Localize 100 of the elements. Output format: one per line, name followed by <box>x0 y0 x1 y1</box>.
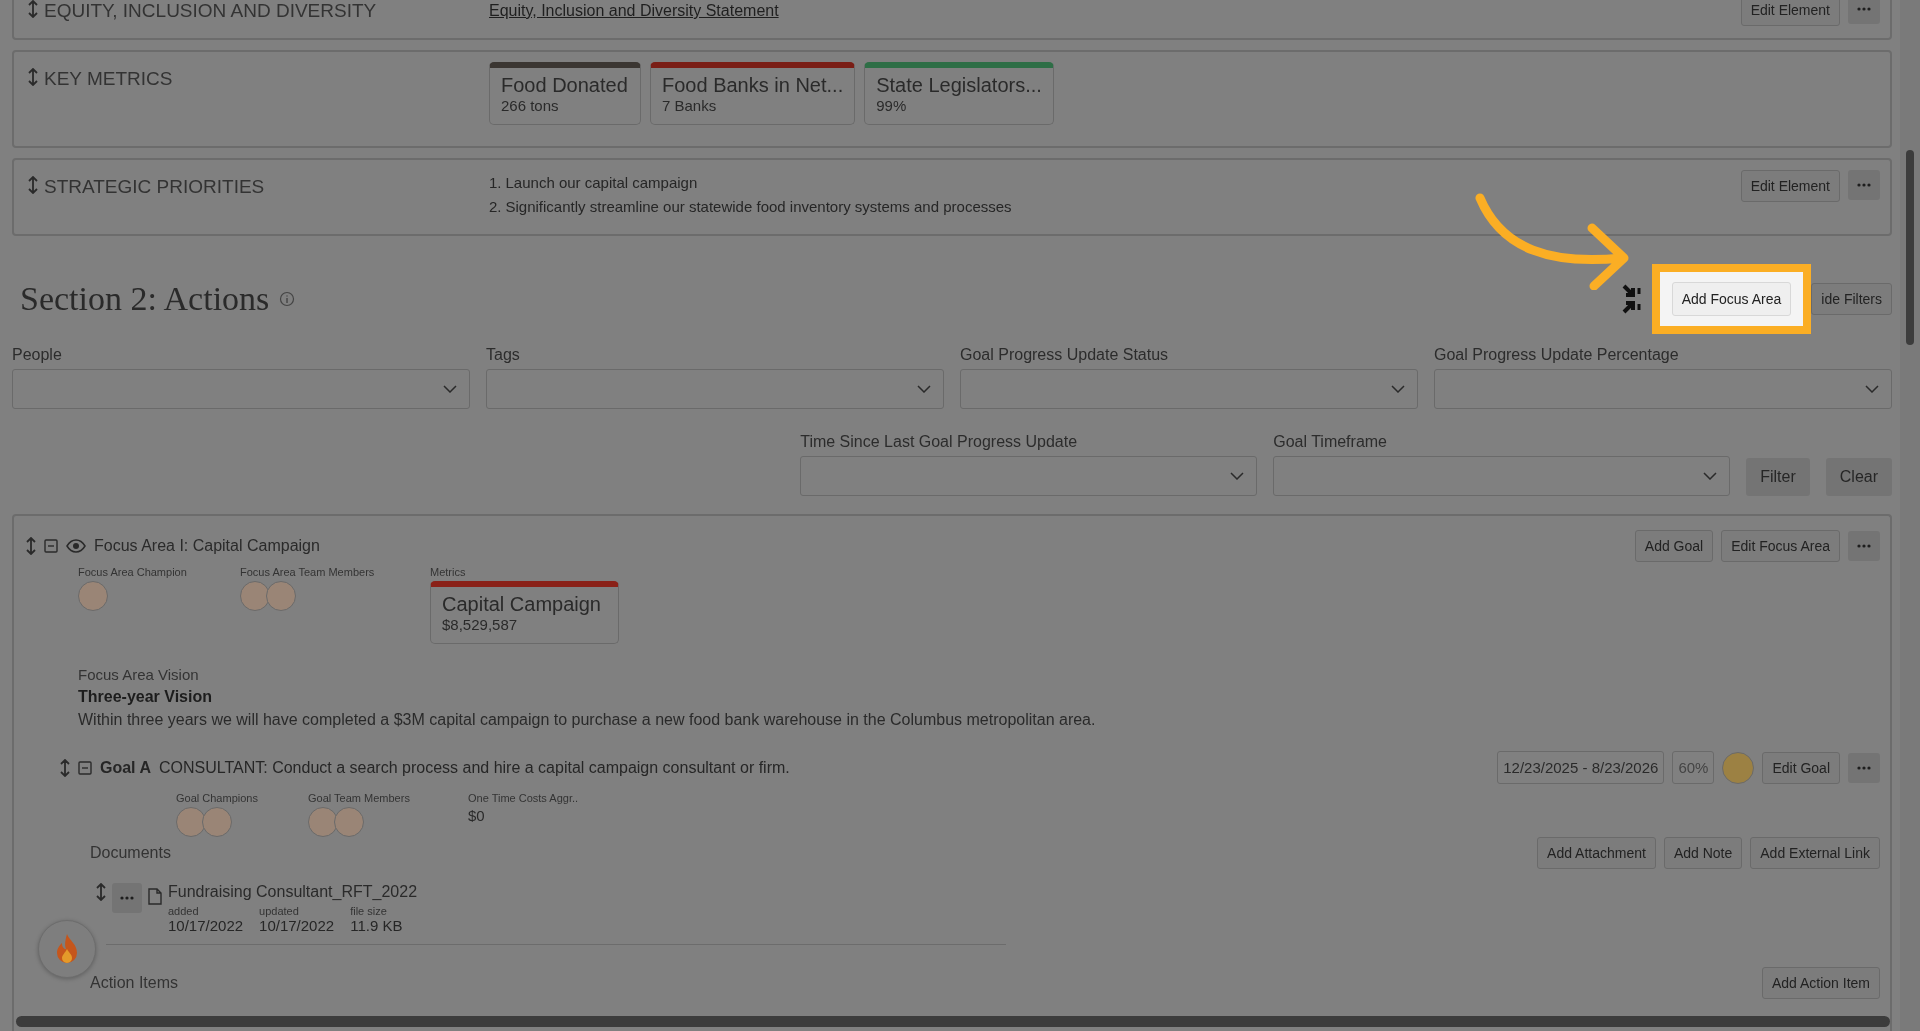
chevron-down-icon <box>1703 472 1718 480</box>
goal-team-label: Goal Team Members <box>308 792 411 804</box>
file-size: 11.9 KB <box>350 917 403 934</box>
filter-label: Time Since Last Goal Progress Update <box>800 433 1079 451</box>
vision-text: Within three years we will have completed a $3M capital campaign to purchase a new food bank warehouse in the Columbus metropolitan area. <box>78 711 1097 729</box>
added-date: 10/17/2022 <box>168 917 244 934</box>
metric-value: 99% <box>876 97 908 114</box>
metric-card[interactable]: State Legislators... 99% <box>864 62 1054 125</box>
added-label: added <box>168 905 200 917</box>
documents-label: Documents <box>90 844 171 862</box>
avatar[interactable] <box>202 807 232 837</box>
hide-filters-button[interactable]: ide Filters <box>1811 283 1892 315</box>
filter-label: Goal Progress Update Status <box>960 346 1170 364</box>
drag-handle-icon[interactable] <box>28 0 38 18</box>
drag-handle-icon[interactable] <box>26 537 36 555</box>
filter-select[interactable] <box>12 369 470 409</box>
add-action-item-button[interactable]: Add Action Item <box>1761 967 1880 999</box>
filter-select[interactable] <box>486 369 944 409</box>
list-number: 2. <box>489 198 502 216</box>
edit-element-button[interactable]: Edit Element <box>1740 170 1840 202</box>
avatar[interactable] <box>308 807 338 837</box>
timeframe-field[interactable]: 12/23/2025 - 8/23/2026 <box>1497 751 1665 784</box>
ellipsis-icon <box>1857 765 1871 770</box>
more-button[interactable] <box>1848 170 1880 200</box>
edit-focus-area-button[interactable]: Edit Focus Area <box>1721 530 1840 562</box>
document-name[interactable]: Fundraising Consultant_RFT_2022 <box>168 883 418 901</box>
filter-label: People <box>12 346 63 364</box>
filter-select[interactable] <box>800 456 1258 496</box>
vision-label: Focus Area Vision <box>78 666 200 683</box>
more-button[interactable] <box>112 883 142 913</box>
eye-icon[interactable] <box>66 539 86 553</box>
avatar[interactable] <box>176 807 206 837</box>
metric-value: $8,529,587 <box>442 616 519 633</box>
metric-card[interactable]: Food Banks in Net... 7 Banks <box>650 62 856 125</box>
metric-name: State Legislators... <box>876 74 1042 97</box>
filter-label: Goal Progress Update Percentage <box>1434 346 1680 364</box>
costs-value: $0 <box>468 807 486 824</box>
metric-name: Capital Campaign <box>442 593 602 616</box>
edit-goal-button[interactable]: Edit Goal <box>1762 751 1840 784</box>
percent-field[interactable]: 60% <box>1672 751 1715 784</box>
ellipsis-icon <box>120 896 134 900</box>
metric-card[interactable]: Capital Campaign $8,529,587 <box>430 581 619 644</box>
drag-handle-icon[interactable] <box>60 758 70 777</box>
updated-label: updated <box>259 905 300 917</box>
metrics-label: Metrics <box>430 566 467 578</box>
drag-handle-icon[interactable] <box>28 68 38 86</box>
priority-item: Significantly streamline our statewide food inventory systems and processes <box>505 198 1012 216</box>
scrollbar[interactable] <box>1900 0 1920 1031</box>
avatar[interactable] <box>78 581 108 611</box>
costs-label: One Time Costs Aggr.. <box>468 792 580 804</box>
more-button[interactable] <box>1848 752 1880 783</box>
drag-handle-icon[interactable] <box>28 176 38 194</box>
ellipsis-icon <box>1857 7 1871 11</box>
metric-name: Food Banks in Net... <box>662 74 844 97</box>
updated-date: 10/17/2022 <box>259 917 335 934</box>
filter-select[interactable] <box>1434 369 1892 409</box>
element-title: EQUITY, INCLUSION AND DIVERSITY <box>44 0 377 22</box>
filter-label: Goal Timeframe <box>1273 433 1388 451</box>
collapse-icon[interactable] <box>78 760 92 775</box>
chevron-down-icon <box>1865 385 1879 393</box>
metric-value: 266 tons <box>501 97 560 114</box>
collapse-icon[interactable] <box>44 539 58 553</box>
more-button[interactable] <box>1848 0 1880 24</box>
goal-label: Goal A <box>100 758 151 777</box>
chevron-down-icon <box>1230 472 1245 480</box>
drag-handle-icon[interactable] <box>96 883 106 901</box>
filter-select[interactable] <box>960 369 1418 409</box>
more-button[interactable] <box>1848 531 1880 561</box>
edit-element-button[interactable]: Edit Element <box>1740 0 1840 26</box>
size-label: file size <box>350 905 388 917</box>
add-focus-area-button[interactable]: Add Focus Area <box>1671 282 1792 316</box>
info-icon[interactable] <box>279 291 296 307</box>
team-label: Focus Area Team Members <box>240 566 376 578</box>
scrollbar[interactable] <box>16 1016 1890 1027</box>
fire-button[interactable] <box>38 920 96 978</box>
filter-button[interactable]: Filter <box>1746 458 1810 496</box>
chevron-down-icon <box>443 385 457 393</box>
metric-name: Food Donated <box>501 74 629 97</box>
section-title: Section 2: Actions <box>20 280 270 318</box>
focus-area-title: Focus Area I: Capital Campaign <box>94 537 320 555</box>
vision-title: Three-year Vision <box>78 688 213 706</box>
ellipsis-icon <box>1857 544 1871 548</box>
add-attachment-button[interactable]: Add Attachment <box>1537 837 1656 869</box>
list-number: 1. <box>489 174 502 192</box>
avatar[interactable] <box>240 581 270 611</box>
chevron-down-icon <box>917 385 931 393</box>
status-dot[interactable] <box>1722 751 1755 784</box>
filter-select[interactable] <box>1273 456 1731 496</box>
add-note-button[interactable]: Add Note <box>1663 837 1743 869</box>
avatar[interactable] <box>334 807 364 837</box>
clear-button[interactable]: Clear <box>1825 458 1892 496</box>
statement-link[interactable]: Equity, Inclusion and Diversity Statement <box>489 2 779 20</box>
goal-text: CONSULTANT: Conduct a search process and hire a capital campaign consultant or firm. <box>158 758 790 777</box>
metric-card[interactable]: Food Donated 266 tons <box>489 62 641 125</box>
add-goal-button[interactable]: Add Goal <box>1634 530 1714 562</box>
ellipsis-icon <box>1857 183 1871 187</box>
add-link-button[interactable]: Add External Link <box>1750 837 1880 869</box>
element-title: STRATEGIC PRIORITIES <box>44 176 265 198</box>
avatar[interactable] <box>266 581 296 611</box>
metric-value: 7 Banks <box>662 97 718 114</box>
